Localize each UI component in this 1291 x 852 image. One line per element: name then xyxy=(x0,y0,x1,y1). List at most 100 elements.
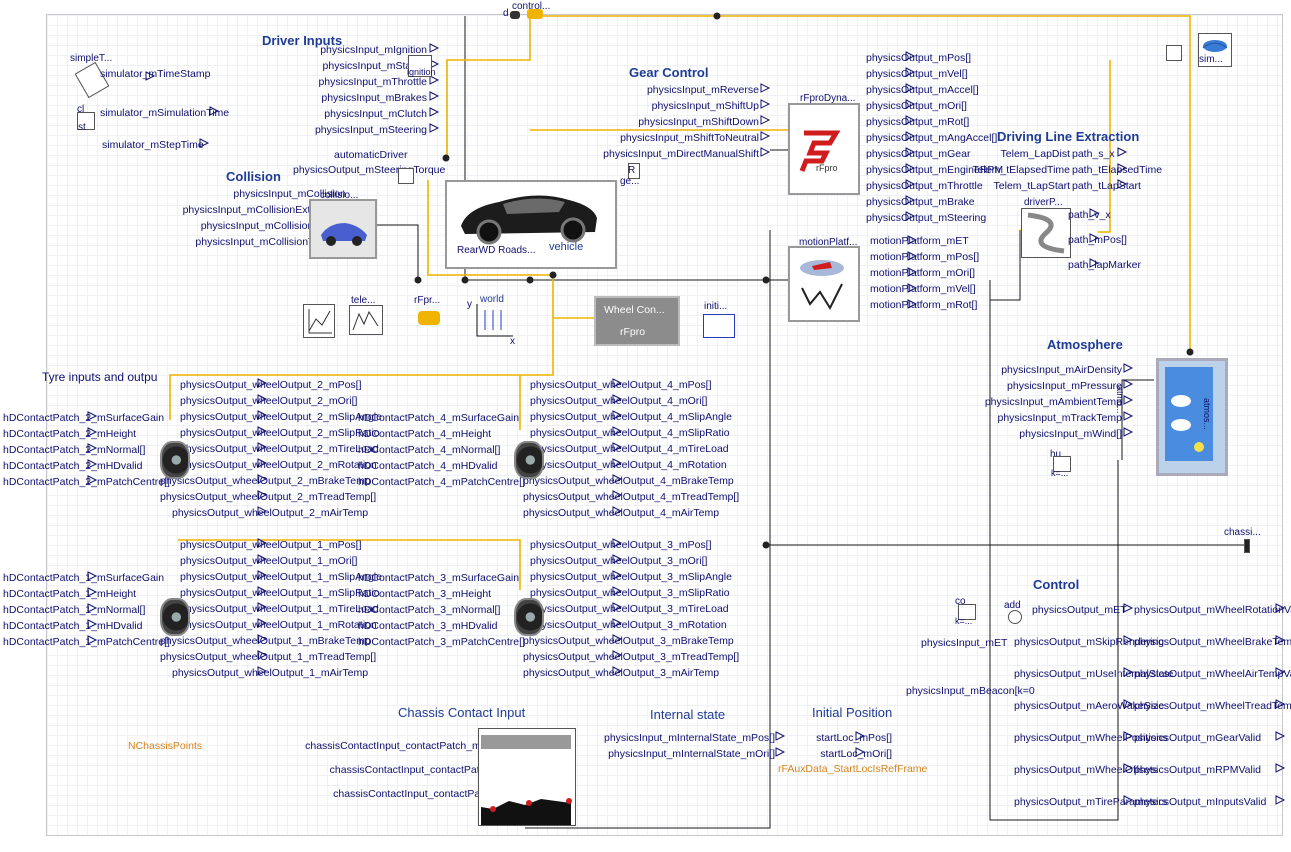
control-output-right-4: physicsOutput_mGearValid xyxy=(1134,732,1262,744)
wheel-2-output-0: physicsOutput_wheelOutput_2_mPos[] xyxy=(180,379,362,391)
dyna-block[interactable]: rFpro xyxy=(788,103,860,195)
ctrl-col2-arrow-5 xyxy=(1275,763,1286,773)
control-output-right-0: physicsOutput_mWheelRotationValid xyxy=(1134,604,1291,616)
function-plot-icon xyxy=(308,309,332,334)
wheel-3-tyre-icon[interactable] xyxy=(514,598,544,636)
atmosphere-input-arrow-0 xyxy=(1123,363,1134,373)
motion-block[interactable] xyxy=(788,246,860,322)
wheel-2-tyre-icon[interactable] xyxy=(160,441,190,479)
control-output-right-6: physicsOutput_mInputsValid xyxy=(1134,796,1267,808)
control-output-right-5: physicsOutput_mRPMValid xyxy=(1134,764,1262,776)
wheel-4-input-4: hDContactPatch_4_mPatchCentre[] xyxy=(358,476,525,488)
driver-p-block[interactable] xyxy=(1021,208,1071,258)
gear-input-label-1: physicsInput_mShiftUp xyxy=(651,100,759,112)
wheel-2-input-4: hDContactPatch_2_mPatchCentre[] xyxy=(3,476,170,488)
wheel-4-output-1: physicsOutput_wheelOutput_4_mOri[] xyxy=(530,395,708,407)
path-bottom-label-2: path_lapMarker xyxy=(1068,259,1141,271)
gear-input-arrow-2 xyxy=(760,115,771,125)
junction-dot-3 xyxy=(549,271,557,279)
initi-block[interactable] xyxy=(703,314,735,338)
collision-block[interactable] xyxy=(309,199,377,259)
diagram-canvas[interactable]: Driver Inputs Gear Control Collision Dri… xyxy=(0,0,1291,852)
initial-position-input-0: startLoc_mPos[] xyxy=(816,732,892,744)
atmosphere-input-arrow-2 xyxy=(1123,395,1134,405)
driving-line-title: Driving Line Extraction xyxy=(997,129,1140,144)
junction-dot-6 xyxy=(442,154,450,162)
tele-block[interactable] xyxy=(349,305,383,335)
wheel-2-output-2: physicsOutput_wheelOutput_2_mSlipAngle xyxy=(180,411,382,423)
junction-dot-7 xyxy=(713,12,721,20)
d-connector-icon[interactable] xyxy=(510,11,520,19)
atmosphere-input-label-3: physicsInput_mTrackTemp xyxy=(997,412,1123,424)
wire-atmo xyxy=(1121,379,1154,460)
wheel-4-output-8: physicsOutput_wheelOutput_4_mAirTemp xyxy=(523,507,720,519)
wheel-4-output-0: physicsOutput_wheelOutput_4_mPos[] xyxy=(530,379,712,391)
path-top-label-1: path_tElapsedTime xyxy=(1072,164,1163,176)
view-toggle-icon[interactable] xyxy=(1166,45,1182,61)
wheel-3-output-5: physicsOutput_wheelOutput_3_mRotation xyxy=(530,619,727,631)
wheel-con-label: Wheel Con... xyxy=(604,304,665,316)
chassis-contact-title: Chassis Contact Input xyxy=(398,705,526,720)
sim-simulationtime-label: simulator_mSimulationTime xyxy=(100,107,230,119)
function-block[interactable] xyxy=(303,304,335,338)
wheel-3-input-3: hDContactPatch_3_mHDvalid xyxy=(358,620,498,632)
driver-input-arrow-4 xyxy=(429,107,440,117)
internal-state-arrow-0 xyxy=(775,731,786,741)
wheel-1-input-2: hDContactPatch_1_mNormal[] xyxy=(3,604,146,616)
wheel-4-tyre-icon[interactable] xyxy=(514,441,544,479)
driver-input-label-5: physicsInput_mSteering xyxy=(314,124,427,136)
wire-driverp xyxy=(990,230,1021,301)
path-top-label-2: path_tLapStart xyxy=(1072,180,1141,192)
steering-torque-label: physicsOutput_mSteeringTorque xyxy=(293,164,446,176)
wheel-2-output-3: physicsOutput_wheelOutput_2_mSlipRatio xyxy=(180,427,380,439)
controller-bus-icon[interactable] xyxy=(527,9,543,19)
initi-label: initi... xyxy=(704,301,728,312)
wheel-2-output-1: physicsOutput_wheelOutput_2_mOri[] xyxy=(180,395,358,407)
tele-plot-icon xyxy=(352,310,379,331)
wheel-1-input-0: hDContactPatch_1_mSurfaceGain xyxy=(3,572,165,584)
add-block[interactable] xyxy=(1008,610,1022,624)
path-top-arrow-0 xyxy=(1117,147,1128,157)
telem-label-2: Telem_tLapStart xyxy=(993,180,1070,192)
hu-k-label: k=... xyxy=(1051,468,1069,478)
junction-dot-4 xyxy=(762,276,770,284)
motion-output-label-3: motionPlatform_mVel[] xyxy=(870,283,976,295)
wheel-1-output-2: physicsOutput_wheelOutput_1_mSlipAngle xyxy=(180,571,382,583)
dyna-output-label-2: physicsOutput_mAccel[] xyxy=(866,84,979,96)
chassis-out-port[interactable] xyxy=(1244,539,1250,553)
control-output-right-2: physicsOutput_mWheelAirTempValid xyxy=(1134,668,1291,680)
wheel-3-input-1: hDContactPatch_3_mHeight xyxy=(358,588,492,600)
internal-state-title: Internal state xyxy=(650,707,726,722)
st-label: st xyxy=(78,122,86,133)
wheel-1-output-6: physicsOutput_wheelOutput_1_mBrakeTemp xyxy=(160,635,371,647)
dyna-output-label-1: physicsOutput_mVel[] xyxy=(866,68,968,80)
wheel-4-input-1: hDContactPatch_4_mHeight xyxy=(358,428,492,440)
chassis-out-label: chassi... xyxy=(1224,527,1261,538)
chassis-contact-block[interactable] xyxy=(478,728,576,826)
dyna-output-label-5: physicsOutput_mAngAccel[] xyxy=(866,132,998,144)
wheel-2-input-0: hDContactPatch_2_mSurfaceGain xyxy=(3,412,165,424)
path-bottom-label-0: path_v_x xyxy=(1068,209,1111,221)
simple-block-label: simpleT... xyxy=(70,53,113,64)
rfpr-bus-icon[interactable] xyxy=(418,311,440,325)
tyre-io-title: Tyre inputs and outpu xyxy=(42,370,158,384)
vehicle-block[interactable]: RearWD Roads... xyxy=(445,180,617,269)
world-block[interactable] xyxy=(475,302,513,337)
wheel-1-tyre-icon[interactable] xyxy=(160,598,190,636)
motion-platform-icon xyxy=(800,260,844,311)
internal-state-input-0: physicsInput_mInternalState_mPos[] xyxy=(603,732,775,744)
driver-input-label-3: physicsInput_mBrakes xyxy=(321,92,427,104)
control-output-right-3: physicsOutput_mWheelTreadTempValid xyxy=(1134,700,1291,712)
ignition-label: ignition xyxy=(407,67,436,77)
wheel-2-output-4: physicsOutput_wheelOutput_2_mTireLoad xyxy=(180,443,379,455)
telem-label-1: Telem_tElapsedTime xyxy=(972,164,1070,176)
wheel-3-output-7: physicsOutput_wheelOutput_3_mTreadTemp[] xyxy=(523,651,740,663)
gear-control-title: Gear Control xyxy=(629,65,709,80)
path-bottom-label-1: path_mPos[] xyxy=(1068,234,1127,246)
steer-torque-block[interactable] xyxy=(398,168,414,184)
wheel-con-block[interactable]: Wheel Con... rFpro xyxy=(594,296,680,346)
driving-path-icon xyxy=(1027,212,1065,254)
startloc-ref-label: rFAuxData_StartLocIsRefFrame xyxy=(778,763,928,775)
wheel-3-output-4: physicsOutput_wheelOutput_3_mTireLoad xyxy=(530,603,729,615)
atmosphere-block[interactable] xyxy=(1156,358,1228,476)
